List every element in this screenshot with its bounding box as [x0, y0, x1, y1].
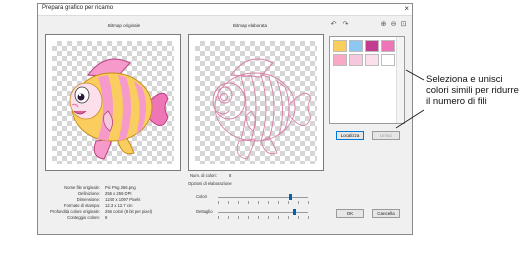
callout-text: Seleziona e unisci colori simili per rid…	[426, 74, 519, 107]
callout-arrows	[395, 69, 425, 129]
